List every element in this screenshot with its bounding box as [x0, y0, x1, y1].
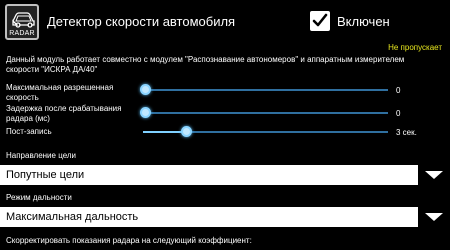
car-icon — [12, 12, 35, 28]
max-speed-slider-thumb[interactable] — [139, 84, 151, 95]
delay-label: Задержка после срабатывания радара (мс) — [6, 104, 122, 123]
post-record-label: Пост-запись — [6, 127, 52, 136]
range-dropdown-arrow-icon[interactable] — [425, 213, 443, 221]
delay-value: 0 — [396, 109, 401, 118]
max-speed-value: 0 — [396, 86, 401, 95]
post-record-slider-track[interactable] — [143, 131, 388, 133]
range-select[interactable]: Максимальная дальность — [0, 207, 418, 227]
checkmark-icon — [312, 13, 328, 27]
direction-label: Направление цели — [6, 151, 77, 160]
header: RADAR Детектор скорости автомобиля Включ… — [0, 0, 450, 44]
module-description: Данный модуль работает совместно с модул… — [6, 55, 405, 74]
radar-icon-label: RADAR — [9, 30, 35, 37]
page-title: Детектор скорости автомобиля — [47, 14, 236, 29]
car-radar-icon: RADAR — [5, 4, 39, 40]
direction-select[interactable]: Попутные цели — [0, 165, 418, 185]
post-record-slider-thumb[interactable] — [181, 126, 193, 137]
delay-slider-track[interactable] — [143, 112, 388, 114]
max-speed-label: Максимальная разрешенная скорость — [6, 83, 114, 102]
post-record-value: 3 сек. — [396, 128, 417, 137]
delay-slider-thumb[interactable] — [139, 107, 151, 118]
enabled-label: Включен — [337, 14, 390, 29]
max-speed-slider-track[interactable] — [143, 89, 388, 91]
direction-dropdown-arrow-icon[interactable] — [425, 171, 443, 179]
status-text: Не пропускает — [388, 43, 442, 52]
range-label: Режим дальности — [6, 193, 72, 202]
enabled-checkbox[interactable] — [310, 11, 330, 31]
correction-label: Скорректировать показания радара на след… — [6, 236, 252, 245]
